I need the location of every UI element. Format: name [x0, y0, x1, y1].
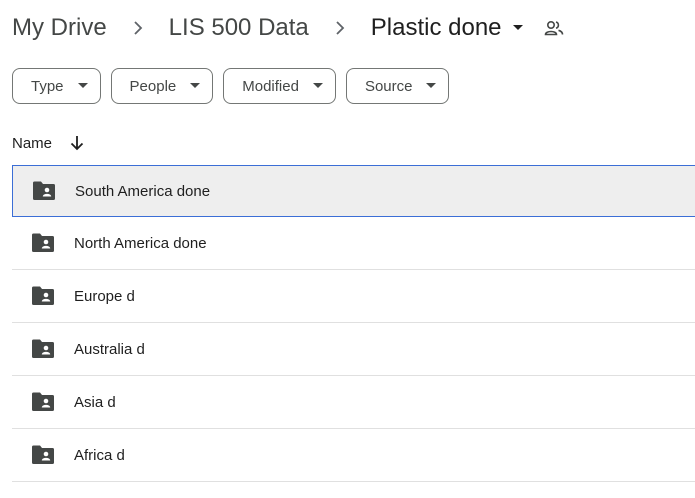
list-item[interactable]: Europe d: [12, 270, 695, 323]
filter-type-label: Type: [31, 77, 64, 95]
shared-folder-icon: [31, 443, 55, 467]
caret-down-icon: [312, 83, 323, 89]
filter-type-chip[interactable]: Type: [12, 68, 101, 104]
list-item[interactable]: Africa d: [12, 429, 695, 482]
current-folder-title: Plastic done: [370, 14, 502, 41]
breadcrumb: My Drive LIS 500 Data Plastic done: [12, 8, 564, 48]
filter-modified-label: Modified: [242, 77, 299, 95]
list-item-name: Asia d: [74, 393, 116, 411]
list-item[interactable]: Australia d: [12, 323, 695, 376]
list-item[interactable]: Asia d: [12, 376, 695, 429]
shared-folder-icon: [32, 179, 56, 203]
shared-folder-icon: [31, 337, 55, 361]
list-item[interactable]: South America done: [12, 165, 695, 217]
caret-down-icon: [190, 83, 201, 89]
filter-modified-chip[interactable]: Modified: [223, 68, 336, 104]
filter-source-chip[interactable]: Source: [345, 68, 450, 104]
chevron-right-icon: [309, 16, 371, 40]
list-header: Name: [12, 130, 84, 156]
caret-down-icon: [426, 83, 437, 89]
list-item[interactable]: North America done: [12, 217, 695, 270]
breadcrumb-current-folder[interactable]: Plastic done: [371, 14, 524, 42]
caret-down-icon: [512, 24, 524, 32]
shared-folder-icon: [31, 284, 55, 308]
list-item-name: Australia d: [74, 340, 145, 358]
file-list: South America done North America done Eu…: [12, 165, 695, 482]
filter-people-label: People: [129, 77, 177, 95]
list-item-name: South America done: [75, 182, 211, 200]
filter-bar: Type People Modified Source: [12, 68, 450, 104]
arrow-down-icon[interactable]: [70, 135, 84, 151]
list-item-name: North America done: [74, 234, 207, 252]
shared-folder-icon: [31, 390, 55, 414]
people-icon[interactable]: [544, 19, 564, 37]
shared-folder-icon: [31, 231, 55, 255]
caret-down-icon: [77, 83, 88, 89]
breadcrumb-lis-500-data[interactable]: LIS 500 Data: [169, 14, 309, 42]
breadcrumb-my-drive[interactable]: My Drive: [12, 14, 107, 42]
filter-people-chip[interactable]: People: [110, 68, 214, 104]
filter-source-label: Source: [364, 77, 413, 95]
chevron-right-icon: [107, 16, 169, 40]
list-item-name: Africa d: [74, 446, 125, 464]
list-item-name: Europe d: [74, 287, 135, 305]
column-name-header[interactable]: Name: [12, 135, 52, 152]
